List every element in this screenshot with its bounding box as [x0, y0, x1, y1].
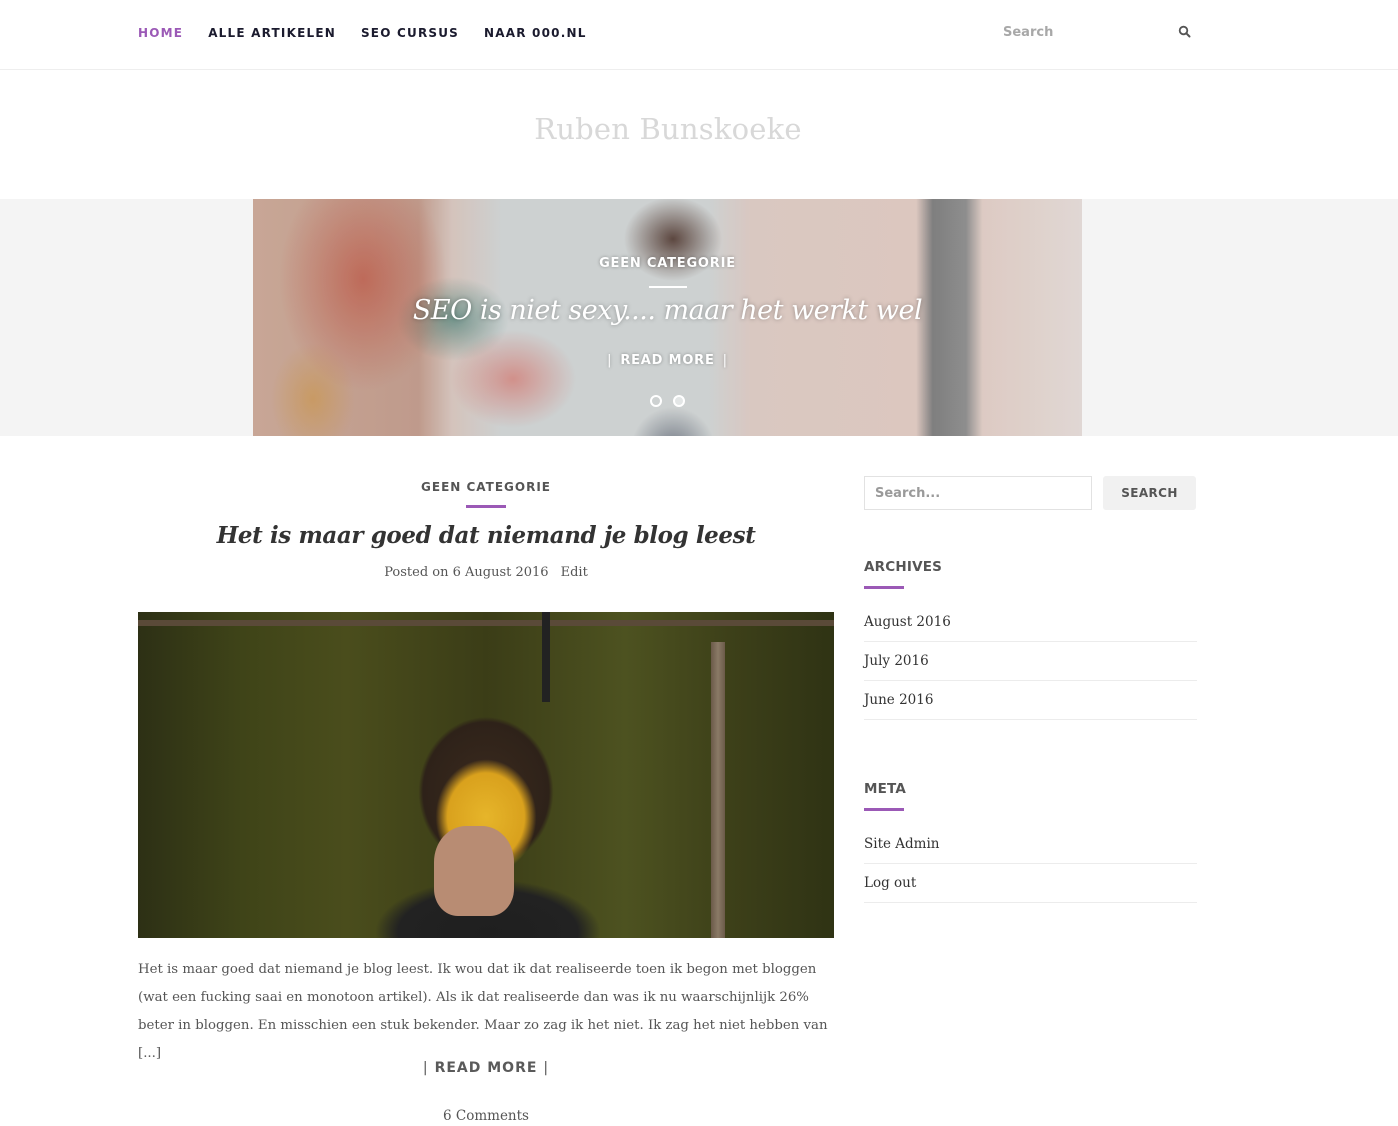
slide-category[interactable]: GEEN CATEGORIE [253, 256, 1082, 271]
nav-item-naar-000[interactable]: NAAR 000.NL [484, 26, 587, 40]
archives-widget: ARCHIVES August 2016 July 2016 June 2016 [864, 559, 1197, 720]
archives-list: August 2016 July 2016 June 2016 [864, 603, 1197, 720]
main-menu: HOME ALLE ARTIKELEN SEO CURSUS NAAR 000.… [138, 26, 612, 40]
comments-link[interactable]: 6 Comments [138, 1108, 834, 1124]
image-detail [542, 612, 550, 702]
slide-read-more-button[interactable]: | READ MORE | [253, 353, 1082, 368]
meta-widget: META Site Admin Log out [864, 781, 1197, 903]
widget-divider [864, 808, 904, 811]
sidebar-search-button[interactable]: SEARCH [1103, 476, 1196, 510]
post-meta: Posted on 6 August 2016 Edit [138, 565, 834, 580]
slider-dot-1[interactable] [650, 395, 662, 407]
archive-item[interactable]: August 2016 [864, 603, 1197, 642]
post-divider [466, 505, 506, 508]
nav-item-home[interactable]: HOME [138, 26, 183, 40]
archive-item[interactable]: June 2016 [864, 681, 1197, 720]
slide-read-more-label: READ MORE [620, 353, 715, 368]
slide-divider [649, 286, 687, 288]
slide-title[interactable]: SEO is niet sexy.... maar het werkt wel [253, 295, 1082, 326]
sidebar-search-form: SEARCH [864, 476, 1197, 510]
top-navigation-bar: HOME ALLE ARTIKELEN SEO CURSUS NAAR 000.… [0, 0, 1398, 70]
sidebar: SEARCH ARCHIVES August 2016 July 2016 Ju… [864, 476, 1197, 903]
widget-divider [864, 586, 904, 589]
nav-item-alle-artikelen[interactable]: ALLE ARTIKELEN [208, 26, 336, 40]
post-read-more-button[interactable]: | READ MORE | [138, 1060, 834, 1076]
archives-title: ARCHIVES [864, 559, 943, 575]
image-detail [138, 620, 834, 626]
image-detail [434, 826, 514, 916]
separator: | [543, 1060, 550, 1076]
separator: | [422, 1060, 429, 1076]
post-excerpt: Het is maar goed dat niemand je blog lee… [138, 962, 828, 1061]
slide-content: GEEN CATEGORIE SEO is niet sexy.... maar… [253, 199, 1082, 436]
edit-link[interactable]: Edit [561, 565, 588, 580]
separator: | [722, 353, 728, 368]
post-featured-image[interactable] [138, 612, 834, 938]
featured-slider: GEEN CATEGORIE SEO is niet sexy.... maar… [253, 199, 1082, 436]
slider-pagination [253, 395, 1082, 407]
nav-item-seo-cursus[interactable]: SEO CURSUS [361, 26, 459, 40]
post-category[interactable]: GEEN CATEGORIE [138, 480, 834, 494]
blog-post: GEEN CATEGORIE Het is maar goed dat niem… [138, 470, 834, 1124]
post-read-more-label: READ MORE [434, 1060, 538, 1076]
post-title[interactable]: Het is maar goed dat niemand je blog lee… [138, 522, 834, 549]
sidebar-search-input[interactable] [864, 476, 1092, 510]
search-icon[interactable] [1178, 25, 1192, 39]
header-search-input[interactable] [1003, 24, 1163, 40]
archive-item[interactable]: July 2016 [864, 642, 1197, 681]
image-detail [711, 642, 725, 938]
slider-dot-2[interactable] [673, 395, 685, 407]
meta-item-site-admin[interactable]: Site Admin [864, 825, 1197, 864]
meta-list: Site Admin Log out [864, 825, 1197, 903]
post-date[interactable]: Posted on 6 August 2016 [384, 565, 548, 580]
separator: | [607, 353, 613, 368]
meta-item-log-out[interactable]: Log out [864, 864, 1197, 903]
site-title[interactable]: Ruben Bunskoeke [0, 112, 1336, 146]
meta-title: META [864, 781, 907, 797]
header-search [1003, 20, 1193, 44]
